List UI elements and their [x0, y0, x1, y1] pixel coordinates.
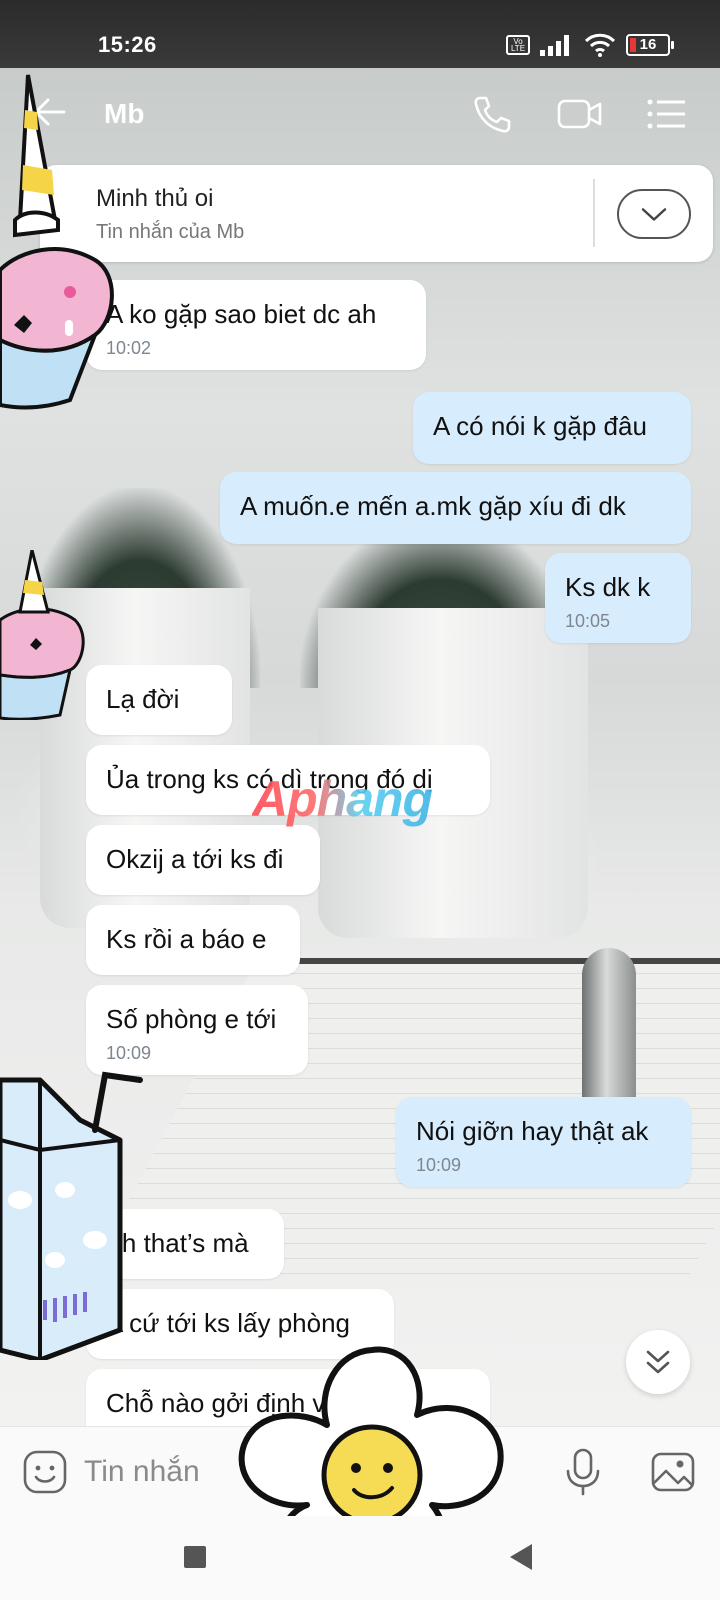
- message-bubble-outgoing[interactable]: Ks dk k 10:05: [545, 553, 691, 643]
- cupcake-sticker-icon: [0, 74, 114, 410]
- message-bubble-incoming[interactable]: Ks rồi a báo e: [86, 905, 300, 975]
- chevron-down-icon[interactable]: [617, 189, 691, 239]
- message-bubble-incoming[interactable]: Okzij a tới ks đi: [86, 825, 320, 895]
- message-text: Lạ đời: [106, 684, 180, 714]
- message-text: Ks dk k: [565, 572, 651, 602]
- message-bubble-incoming[interactable]: A ko gặp sao biet dc ah 10:02: [86, 280, 426, 370]
- list-menu-icon[interactable]: [644, 92, 688, 136]
- message-text: Nói giỡn hay thật ak: [416, 1116, 649, 1146]
- cupcake-sticker-icon: [0, 550, 85, 720]
- message-text: Ks rồi a báo e: [106, 924, 267, 954]
- video-camera-icon[interactable]: [556, 92, 604, 136]
- message-text: Số phòng e tới: [106, 1004, 277, 1034]
- phone-icon[interactable]: [470, 92, 514, 136]
- nav-back-icon[interactable]: [510, 1544, 532, 1570]
- message-bubble-outgoing[interactable]: A muốn.e mến a.mk gặp xíu đi dk: [220, 472, 691, 544]
- message-text: A có nói k gặp đâu: [433, 411, 647, 441]
- system-nav-bar: [0, 1516, 720, 1600]
- milk-carton-sticker-icon: [0, 1071, 143, 1360]
- status-time: 15:26: [98, 32, 157, 57]
- watermark-logo: Aphang: [252, 771, 433, 827]
- divider: [593, 179, 595, 247]
- signal-icon: [540, 35, 569, 56]
- image-icon[interactable]: [650, 1449, 696, 1495]
- message-time: 10:05: [565, 611, 611, 631]
- message-bubble-outgoing[interactable]: Nói giỡn hay thật ak 10:09: [396, 1097, 691, 1187]
- message-bubble-incoming[interactable]: Lạ đời: [86, 665, 232, 735]
- double-chevron-down-icon[interactable]: [626, 1330, 690, 1394]
- pinned-message-bar[interactable]: Minh thủ oi Tin nhắn của Mb: [40, 165, 713, 262]
- wifi-icon: [584, 33, 616, 57]
- status-bar: 15:26 Vo LTE 16: [0, 0, 720, 68]
- volte-icon: Vo LTE: [506, 35, 530, 55]
- message-text: A ko gặp sao biet dc ah: [106, 299, 377, 329]
- message-time: 10:02: [106, 338, 152, 358]
- recent-apps-icon[interactable]: [184, 1546, 206, 1568]
- sticker-smiley-icon[interactable]: [22, 1449, 68, 1495]
- message-text: A muốn.e mến a.mk gặp xíu đi dk: [240, 491, 626, 521]
- battery-icon: 16: [626, 34, 674, 56]
- message-bubble-outgoing[interactable]: A có nói k gặp đâu: [413, 392, 691, 464]
- message-text: Okzij a tới ks đi: [106, 844, 284, 874]
- message-time: 10:09: [416, 1155, 462, 1175]
- status-icons: Vo LTE 16: [506, 33, 674, 57]
- microphone-icon[interactable]: [560, 1447, 606, 1497]
